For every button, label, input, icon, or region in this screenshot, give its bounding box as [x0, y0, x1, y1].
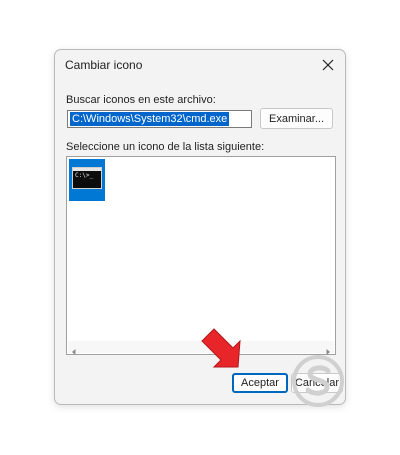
- scroll-left-button[interactable]: [70, 343, 78, 355]
- file-path-input[interactable]: C:\Windows\System32\cmd.exe: [67, 110, 252, 128]
- scroll-right-button[interactable]: [324, 343, 332, 355]
- watermark-logo-icon: [292, 355, 344, 407]
- close-button[interactable]: [313, 52, 343, 78]
- caret-left-icon: [72, 349, 76, 355]
- title-bar: Cambiar icono: [55, 50, 345, 80]
- ok-button[interactable]: Aceptar: [232, 373, 288, 393]
- search-label: Buscar iconos en este archivo:: [66, 94, 216, 106]
- cmd-icon-titlebar: [73, 168, 101, 171]
- page: Cambiar icono Buscar iconos en este arch…: [0, 0, 400, 455]
- icon-list-label: Seleccione un icono de la lista siguient…: [66, 141, 265, 153]
- cmd-icon-prompt: C:\>_: [75, 172, 94, 179]
- close-icon: [322, 59, 334, 71]
- icon-list-item-cmd[interactable]: C:\>_: [69, 159, 105, 201]
- dialog-title: Cambiar icono: [65, 58, 143, 72]
- browse-button[interactable]: Examinar...: [260, 108, 333, 129]
- red-arrow-pointer-icon: [201, 328, 241, 368]
- cmd-icon: C:\>_: [72, 167, 102, 189]
- file-path-value: C:\Windows\System32\cmd.exe: [70, 112, 230, 126]
